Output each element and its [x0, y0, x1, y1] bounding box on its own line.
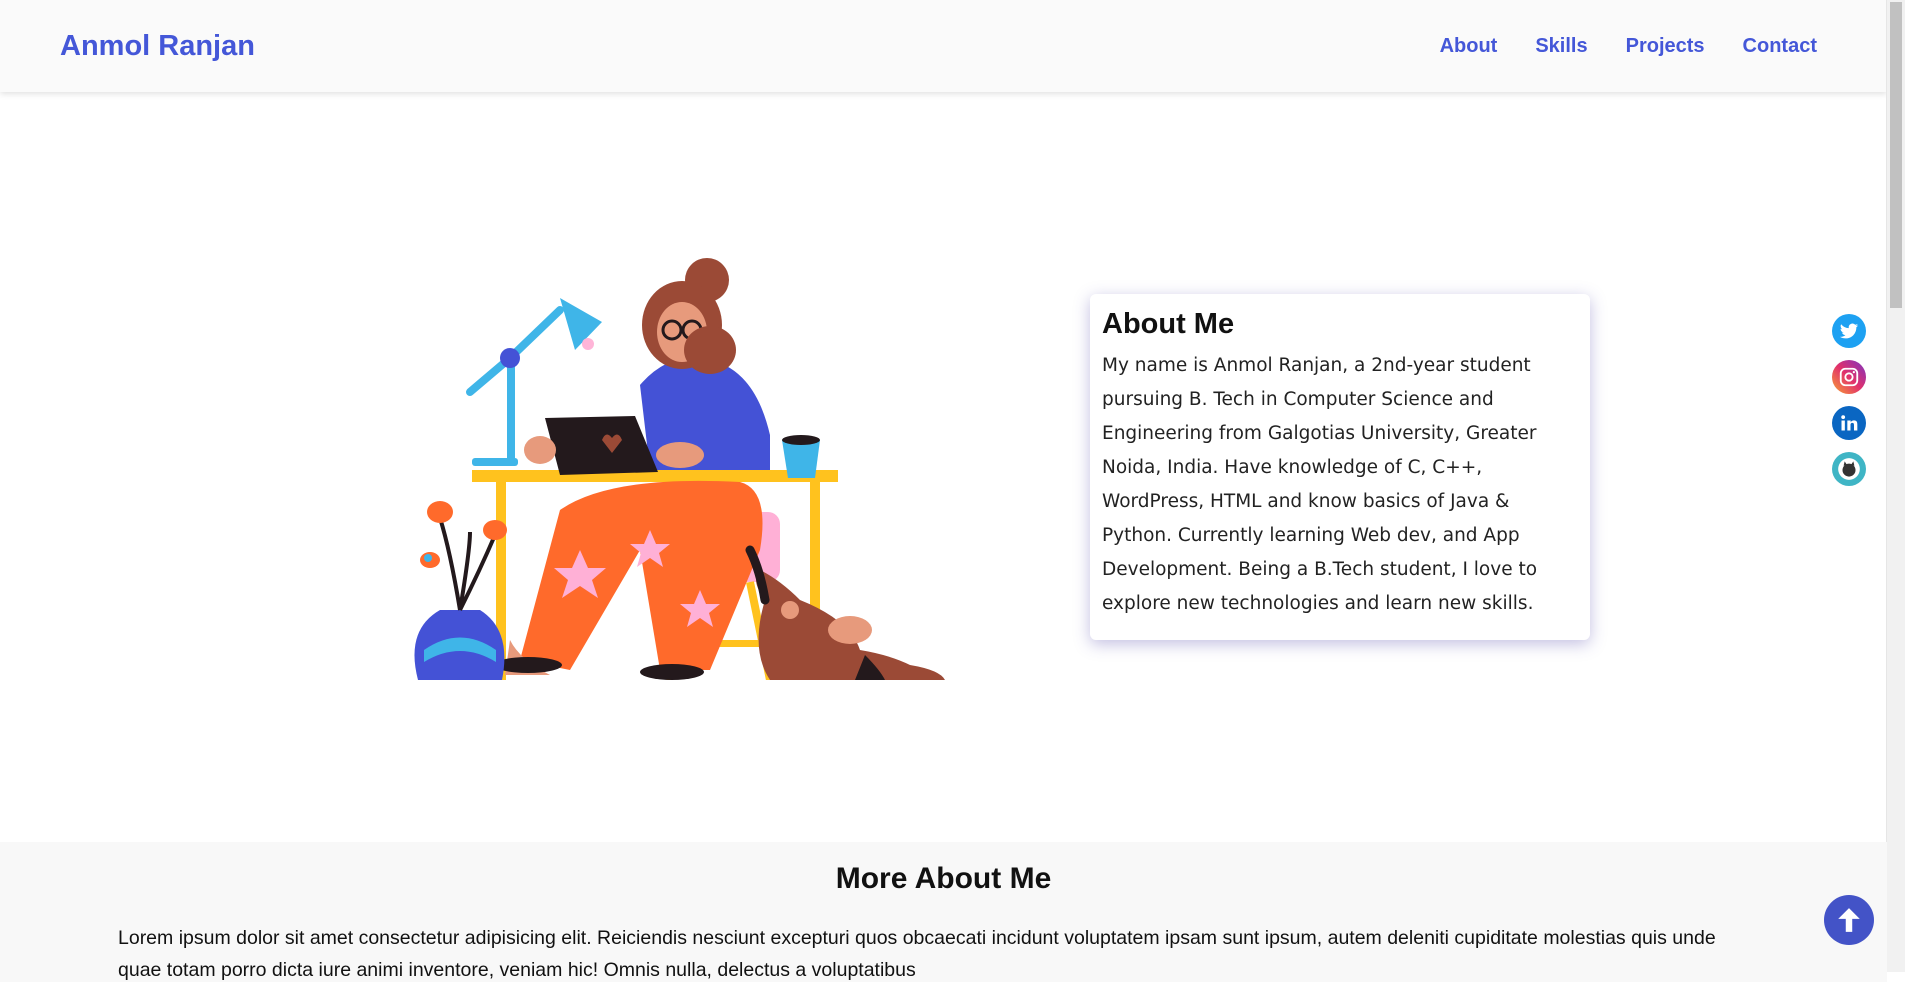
nav-link-contact[interactable]: Contact — [1743, 35, 1817, 58]
navbar: Anmol Ranjan About Skills Projects Conta… — [0, 0, 1887, 92]
brand-logo[interactable]: Anmol Ranjan — [60, 30, 255, 63]
page-scrollbar[interactable] — [1886, 0, 1905, 972]
about-title: About Me — [1102, 308, 1235, 340]
more-about-title: More About Me — [835, 862, 1052, 895]
social-links — [1832, 314, 1866, 486]
scrollbar-thumb[interactable] — [1890, 2, 1902, 308]
linkedin-icon[interactable] — [1832, 406, 1866, 440]
instagram-icon[interactable] — [1832, 360, 1866, 394]
hero-illustration — [414, 258, 945, 680]
nav-link-about[interactable]: About — [1440, 35, 1498, 58]
arrow-up-icon — [1838, 908, 1860, 932]
github-icon[interactable] — [1832, 452, 1866, 486]
twitter-icon[interactable] — [1832, 314, 1866, 348]
about-card: About Me My name is Anmol Ranjan, a 2nd-… — [1090, 294, 1590, 640]
main-nav: About Skills Projects Contact — [1440, 35, 1817, 58]
back-to-top-button[interactable] — [1824, 895, 1874, 945]
about-description: My name is Anmol Ranjan, a 2nd-year stud… — [1102, 355, 1538, 614]
more-about-section: More About Me Lorem ipsum dolor sit amet… — [0, 842, 1887, 982]
more-about-text: Lorem ipsum dolor sit amet consectetur a… — [118, 927, 1716, 981]
nav-link-skills[interactable]: Skills — [1535, 35, 1587, 58]
nav-link-projects[interactable]: Projects — [1626, 35, 1705, 58]
